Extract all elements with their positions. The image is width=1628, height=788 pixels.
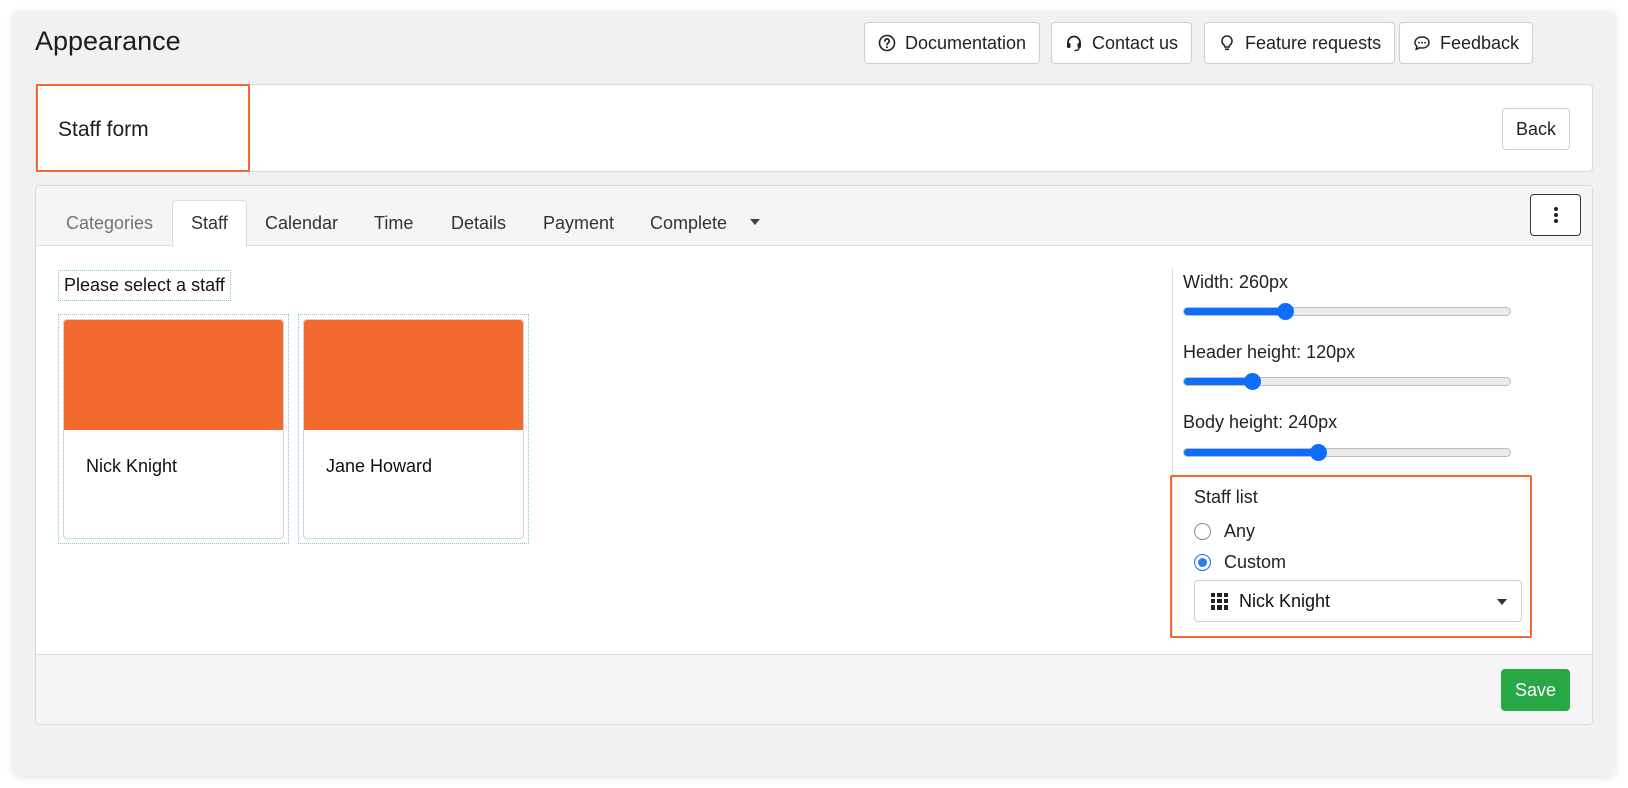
tab-calendar[interactable]: Calendar	[247, 200, 356, 246]
tab-categories[interactable]: Categories	[48, 200, 171, 246]
tab-complete[interactable]: Complete	[632, 200, 745, 246]
footer-bar: Save	[36, 654, 1592, 724]
radio-label: Any	[1224, 521, 1256, 541]
headset-icon	[1067, 35, 1081, 52]
slider-thumb[interactable]	[1309, 444, 1327, 461]
tab-payment[interactable]: Payment	[525, 200, 632, 246]
question-circle-icon	[878, 34, 896, 52]
radio-label: Custom	[1224, 552, 1287, 572]
staff-select-value: Nick Knight	[1239, 590, 1331, 611]
app-window: Appearance Documentation Contact us Feat…	[13, 12, 1615, 776]
documentation-label: Documentation	[905, 32, 1027, 53]
radio-button[interactable]	[1194, 523, 1211, 540]
tab-time[interactable]: Time	[356, 200, 431, 246]
slider-fill	[1184, 378, 1253, 385]
back-button[interactable]: Back	[1501, 108, 1570, 150]
radio-any[interactable]: Any	[1194, 521, 1255, 542]
feedback-button[interactable]: Feedback	[1399, 22, 1534, 64]
staff-select[interactable]: Nick Knight	[1194, 580, 1522, 622]
page-header-card: Staff form Back	[35, 84, 1593, 172]
staff-prompt[interactable]: Please select a staff	[58, 270, 231, 301]
staff-card[interactable]: Jane Howard	[303, 319, 524, 539]
top-bar: Appearance Documentation Contact us Feat…	[13, 12, 1615, 78]
slider-fill	[1184, 449, 1318, 456]
staff-card-header	[304, 320, 523, 430]
feature-requests-button[interactable]: Feature requests	[1204, 22, 1396, 64]
staff-card-header	[64, 320, 283, 430]
slider-thumb[interactable]	[1277, 303, 1295, 320]
staff-card[interactable]: Nick Knight	[63, 319, 284, 539]
body-height-label: Body height: 240px	[1183, 412, 1338, 432]
staff-name: Jane Howard	[326, 456, 433, 476]
chevron-down-icon	[1497, 599, 1507, 605]
width-label: Width: 260px	[1183, 272, 1289, 292]
documentation-button[interactable]: Documentation	[864, 22, 1041, 64]
tab-details[interactable]: Details	[433, 200, 524, 246]
header-height-slider[interactable]	[1183, 373, 1511, 390]
slider-fill	[1184, 308, 1286, 315]
contact-us-button[interactable]: Contact us	[1051, 22, 1193, 64]
slider-thumb[interactable]	[1244, 373, 1262, 390]
save-button[interactable]: Save	[1500, 669, 1570, 711]
chevron-down-icon[interactable]	[750, 219, 760, 225]
radio-button[interactable]	[1194, 554, 1211, 571]
tab-staff[interactable]: Staff	[172, 200, 247, 247]
grid-icon	[1211, 592, 1228, 610]
staff-card-wrapper[interactable]: Jane Howard	[298, 314, 529, 544]
radio-custom[interactable]: Custom	[1194, 552, 1286, 573]
feature-requests-label: Feature requests	[1245, 32, 1382, 53]
chat-bubble-icon	[1414, 36, 1430, 51]
lightbulb-icon	[1221, 35, 1233, 51]
body-height-slider[interactable]	[1183, 444, 1511, 461]
staff-card-wrapper[interactable]: Nick Knight	[58, 314, 289, 544]
app-title: Appearance	[35, 26, 181, 56]
staff-list-title: Staff list	[1194, 487, 1258, 507]
contact-us-label: Contact us	[1092, 32, 1179, 53]
staff-name: Nick Knight	[86, 456, 178, 476]
editor-card: Categories Staff Calendar Time Details P…	[35, 185, 1593, 725]
header-height-label: Header height: 120px	[1183, 342, 1356, 362]
feedback-label: Feedback	[1440, 32, 1520, 53]
tab-bar: Categories Staff Calendar Time Details P…	[36, 186, 1592, 247]
width-slider[interactable]	[1183, 303, 1511, 320]
page-title: Staff form	[58, 118, 149, 141]
kebab-menu-icon	[1553, 207, 1558, 223]
more-options-button[interactable]	[1530, 194, 1581, 236]
